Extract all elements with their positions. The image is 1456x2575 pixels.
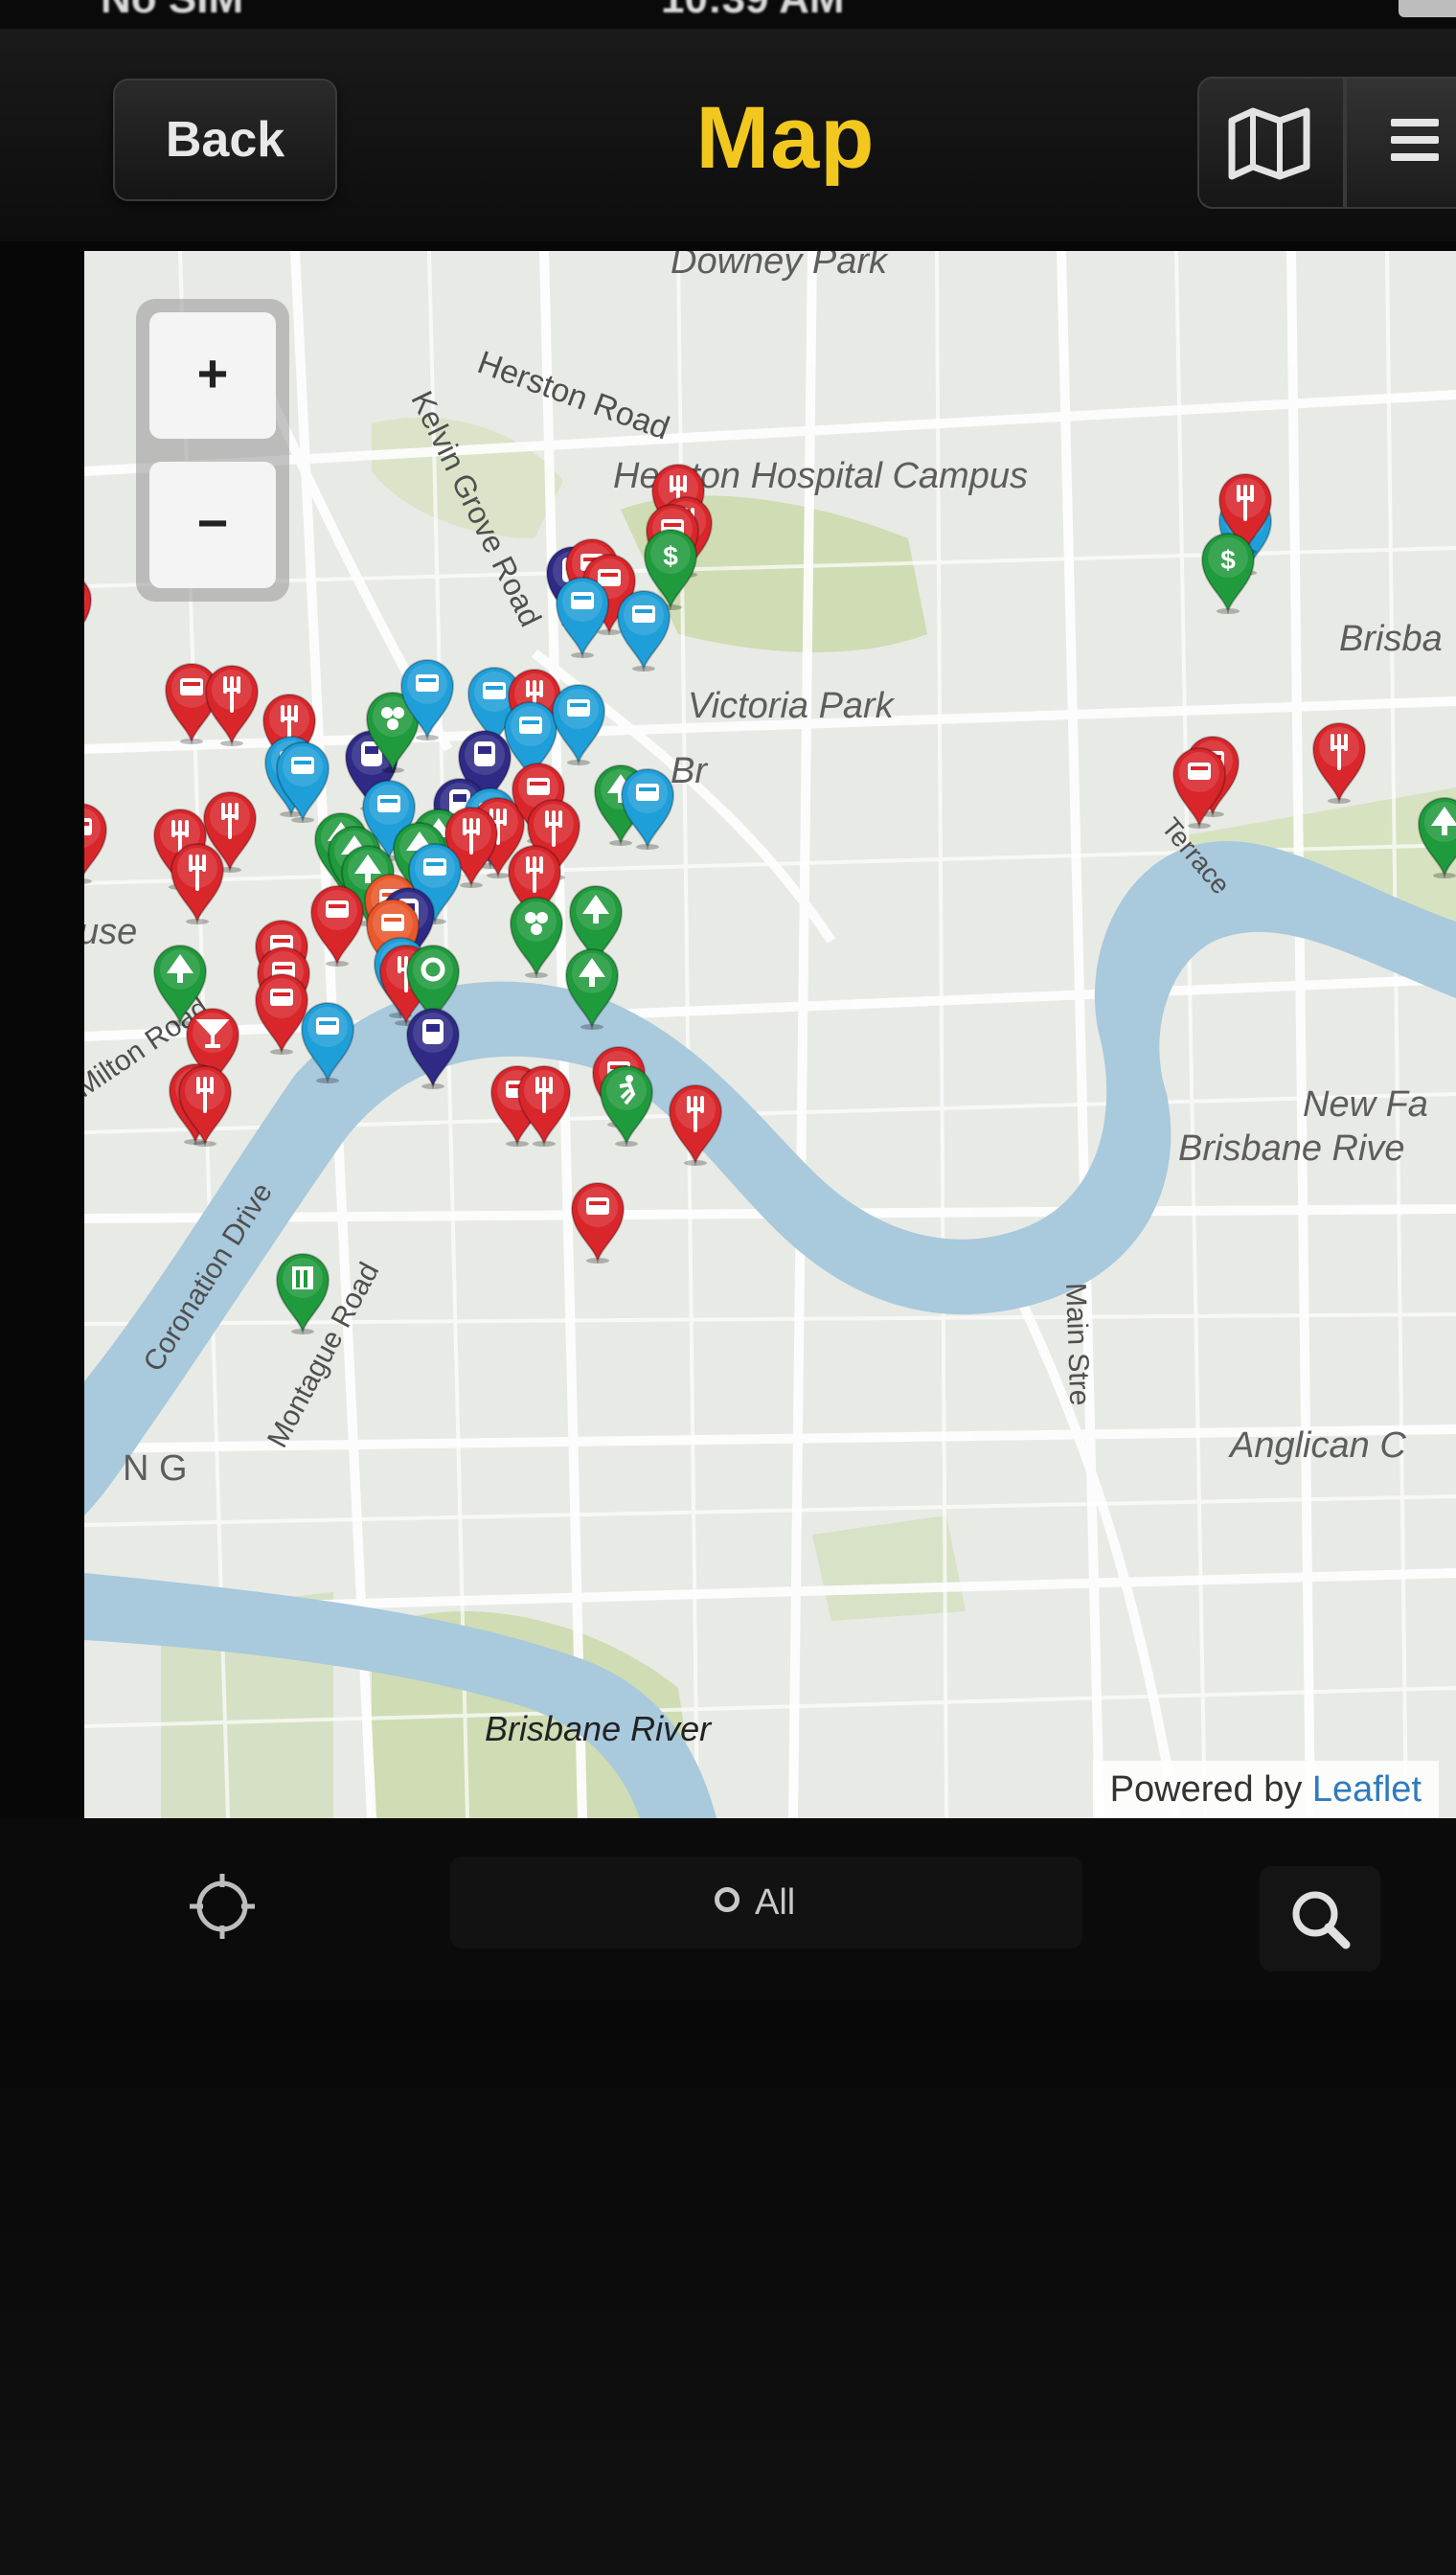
map-attribution: Powered by Leaflet [1092, 1761, 1439, 1818]
map-marker[interactable] [560, 945, 624, 1031]
map-marker[interactable]: $ [1196, 529, 1260, 615]
map-label-brisbane-river-east: Brisbane Rive [1178, 1128, 1405, 1169]
map-label-main-street: Main Stre [1059, 1282, 1096, 1406]
svg-text:$: $ [1220, 545, 1236, 575]
map-marker[interactable] [512, 1061, 576, 1148]
clock-text: 10:39 AM [661, 0, 845, 23]
map-marker[interactable] [566, 1178, 629, 1265]
map-marker[interactable] [1413, 793, 1456, 879]
bottom-toolbar: All [0, 1818, 1456, 2000]
list-view-button[interactable] [1345, 77, 1456, 209]
map-marker[interactable] [595, 1061, 658, 1148]
map-label-downey-park: Downey Park [671, 251, 887, 282]
crosshair-icon [190, 1874, 255, 1939]
zoom-out-button[interactable]: − [149, 462, 276, 588]
map-marker[interactable] [84, 799, 112, 885]
map-marker[interactable] [166, 839, 229, 925]
category-filter-button[interactable]: All [450, 1857, 1082, 1948]
status-bar: No SIM 10:39 AM [0, 0, 1456, 29]
list-icon [1391, 119, 1439, 126]
search-icon [1292, 1891, 1351, 1949]
svg-text:$: $ [663, 541, 678, 571]
map-marker[interactable] [547, 680, 610, 766]
map-marker[interactable] [551, 573, 614, 659]
attribution-text: Powered by [1109, 1769, 1303, 1810]
leaflet-link[interactable]: Leaflet [1312, 1769, 1422, 1810]
carrier-text: No SIM [101, 0, 243, 23]
map-label-anglican: Anglican C [1230, 1425, 1406, 1466]
map-view[interactable]: Downey Park Herston Road Kelvin Grove Ro… [84, 251, 1456, 1818]
map-marker[interactable] [200, 661, 263, 747]
map-label-victoria-park: Victoria Park [688, 686, 894, 726]
map-marker[interactable] [401, 1004, 465, 1090]
map-marker[interactable] [396, 655, 459, 741]
map-label-new-farm: New Fa [1303, 1084, 1428, 1125]
battery-icon [1399, 0, 1456, 17]
map-marker[interactable] [173, 1061, 237, 1148]
zoom-in-button[interactable]: + [149, 312, 276, 439]
map-label-use-fragment: use [84, 912, 138, 952]
zoom-control: + − [136, 299, 289, 602]
locate-me-button[interactable] [182, 1866, 262, 1947]
map-marker[interactable] [1168, 743, 1231, 830]
map-view-button[interactable] [1197, 77, 1345, 209]
radio-icon [715, 1887, 739, 1912]
filter-label: All [755, 1882, 796, 1923]
search-button[interactable] [1260, 1866, 1380, 1971]
navigation-bar: Back Map [0, 29, 1456, 241]
map-icon [1228, 107, 1310, 180]
map-marker[interactable] [84, 569, 97, 655]
device-bezel [0, 2000, 1456, 2575]
map-label-brisbane-river-south: Brisbane River [485, 1709, 712, 1748]
map-marker[interactable] [616, 764, 679, 851]
map-label-brisbane-north: Brisba [1339, 619, 1443, 659]
map-marker[interactable] [612, 586, 675, 672]
map-marker[interactable] [296, 998, 359, 1084]
map-marker[interactable] [1308, 718, 1371, 805]
map-marker[interactable] [505, 893, 568, 979]
map-marker[interactable] [664, 1081, 727, 1167]
map-label-ng-fragment: N G [123, 1448, 188, 1489]
map-marker[interactable] [271, 1249, 334, 1335]
